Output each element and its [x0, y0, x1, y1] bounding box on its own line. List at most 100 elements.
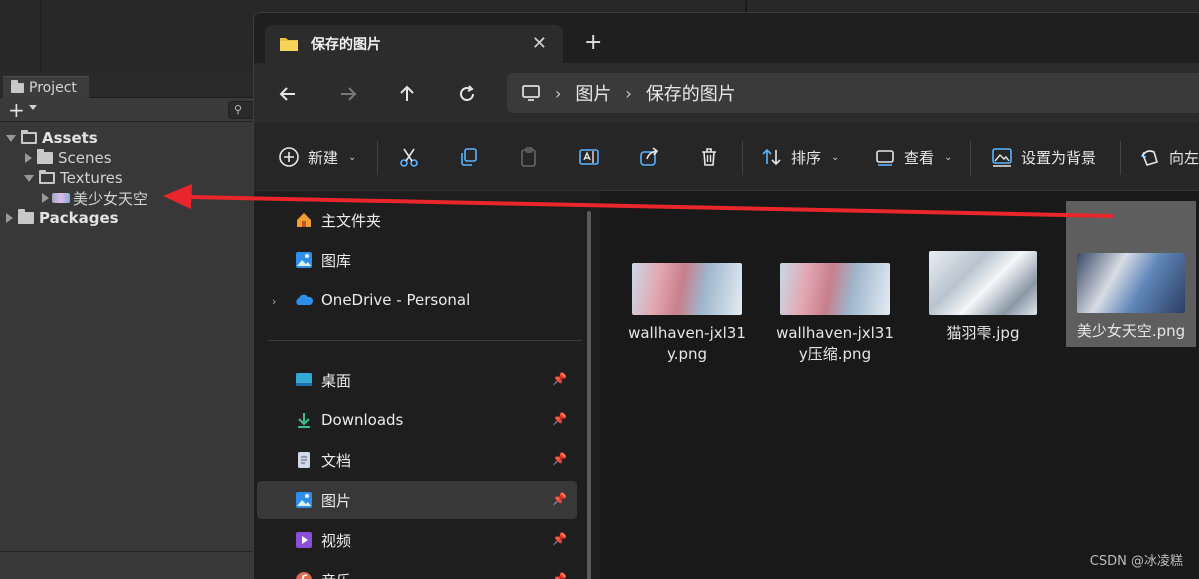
file-name: 猫羽雫.jpg	[946, 324, 1020, 342]
gallery-icon	[296, 252, 312, 268]
new-button[interactable]: 新建 ⌄	[278, 145, 356, 169]
copy-button[interactable]	[458, 145, 480, 169]
copy-icon	[461, 148, 477, 166]
address-bar[interactable]: › 图片 › 保存的图片	[507, 73, 1199, 113]
navigation-pane: 主文件夹 图库 › OneDrive - Personal 桌面 📌 Downl…	[254, 191, 600, 579]
rotate-left-button[interactable]: 向左	[1139, 145, 1199, 169]
nav-item-label: 视频	[321, 531, 352, 550]
file-name: y.png	[666, 345, 708, 363]
nav-item-label: 音乐	[321, 570, 351, 579]
delete-button[interactable]	[698, 145, 720, 169]
set-background-button[interactable]: 设置为背景	[991, 145, 1096, 169]
tree-item-assets[interactable]: Assets	[6, 128, 98, 148]
folder-open-icon	[39, 170, 55, 184]
forward-button[interactable]	[333, 79, 363, 109]
scissors-icon	[400, 148, 418, 167]
expand-arrow-icon[interactable]	[6, 134, 16, 142]
nav-item-videos[interactable]: 视频 📌	[257, 521, 577, 559]
folder-icon	[37, 149, 53, 164]
file-item-selected[interactable]: 美少女天空.png	[1066, 201, 1196, 347]
rename-icon	[579, 149, 599, 165]
view-label: 查看	[904, 148, 935, 167]
pin-icon[interactable]: 📌	[552, 412, 567, 426]
view-icon	[876, 150, 894, 166]
search-input[interactable]: ⚲	[228, 101, 256, 119]
view-button[interactable]: 查看 ⌄	[874, 145, 952, 169]
nav-item-label: 图片	[321, 491, 352, 510]
chevron-down-icon[interactable]	[29, 105, 37, 110]
breadcrumb-pictures[interactable]: 图片	[575, 80, 611, 106]
paste-button[interactable]	[518, 145, 540, 169]
pin-icon[interactable]: 📌	[552, 492, 567, 506]
document-icon	[298, 452, 310, 468]
file-item[interactable]: wallhaven-jxl31 y压缩.png	[775, 263, 895, 365]
breadcrumb-saved-pictures[interactable]: 保存的图片	[646, 80, 736, 106]
collapse-arrow-icon[interactable]	[25, 153, 32, 163]
divider	[40, 0, 41, 72]
divider	[745, 0, 747, 12]
refresh-button[interactable]	[452, 79, 482, 109]
nav-item-downloads[interactable]: Downloads 📌	[257, 401, 577, 439]
arrow-left-icon	[279, 87, 295, 101]
file-thumbnail	[780, 263, 890, 315]
back-button[interactable]	[273, 79, 303, 109]
share-button[interactable]	[638, 145, 660, 169]
close-icon[interactable]: ✕	[532, 33, 547, 54]
project-toolbar: + ⚲	[0, 98, 260, 122]
collapse-arrow-icon[interactable]	[6, 213, 13, 223]
tree-item-label: Textures	[60, 169, 123, 187]
music-icon	[296, 572, 312, 579]
nav-item-desktop[interactable]: 桌面 📌	[257, 361, 577, 399]
chevron-right-icon: ›	[555, 83, 562, 103]
file-thumbnail	[632, 263, 742, 315]
texture-thumbnail-icon	[52, 193, 70, 203]
new-tab-button[interactable]: +	[584, 30, 602, 55]
tree-item-scenes[interactable]: Scenes	[25, 148, 112, 168]
divider	[742, 141, 743, 175]
file-name: wallhaven-jxl31	[628, 324, 746, 342]
nav-item-home[interactable]: 主文件夹	[257, 201, 577, 239]
folder-icon	[11, 79, 24, 93]
sort-icon	[762, 148, 781, 166]
expand-arrow-icon[interactable]	[24, 174, 34, 182]
project-tab[interactable]: Project	[3, 76, 89, 98]
rotate-left-icon	[1140, 150, 1158, 166]
file-item[interactable]: wallhaven-jxl31 y.png	[627, 263, 747, 365]
plus-icon[interactable]: +	[8, 98, 25, 122]
explorer-tab[interactable]: 保存的图片 ✕	[265, 25, 563, 63]
folder-icon	[280, 38, 298, 51]
title-bar: 保存的图片 ✕ +	[254, 13, 1199, 63]
scrollbar[interactable]	[587, 211, 591, 579]
nav-item-documents[interactable]: 文档 📌	[257, 441, 577, 479]
set-background-label: 设置为背景	[1021, 148, 1097, 167]
chevron-right-icon: ›	[625, 83, 632, 103]
rename-button[interactable]	[578, 145, 600, 169]
divider	[970, 141, 971, 175]
collapse-arrow-icon[interactable]	[42, 193, 49, 203]
nav-item-music[interactable]: 音乐 📌	[257, 561, 577, 579]
sort-button[interactable]: 排序 ⌄	[761, 145, 839, 169]
home-icon	[297, 213, 311, 227]
chevron-down-icon: ⌄	[348, 151, 357, 163]
nav-item-pictures[interactable]: 图片 📌	[257, 481, 577, 519]
tree-item-packages[interactable]: Packages	[6, 208, 119, 228]
nav-item-gallery[interactable]: 图库	[257, 241, 577, 279]
tree-item-image-asset[interactable]: 美少女天空	[42, 188, 148, 208]
file-explorer-window: 保存的图片 ✕ + › 图片 › 保存的图片 新建 ⌄ 排序 ⌄ 查看 ⌄ 设置…	[253, 12, 1199, 579]
up-button[interactable]	[392, 79, 422, 109]
nav-item-label: Downloads	[321, 411, 404, 429]
wallpaper-icon	[992, 148, 1012, 167]
divider	[268, 340, 582, 341]
file-item[interactable]: 猫羽雫.jpg	[923, 251, 1043, 344]
tree-item-textures[interactable]: Textures	[24, 168, 123, 188]
pin-icon[interactable]: 📌	[552, 372, 567, 386]
tab-title: 保存的图片	[311, 37, 381, 53]
pin-icon[interactable]: 📌	[552, 532, 567, 546]
cut-button[interactable]	[398, 145, 420, 169]
navigation-bar: › 图片 › 保存的图片	[254, 63, 1199, 123]
nav-item-onedrive[interactable]: OneDrive - Personal	[257, 281, 577, 319]
pin-icon[interactable]: 📌	[552, 572, 567, 579]
refresh-icon	[460, 85, 474, 101]
pin-icon[interactable]: 📌	[552, 452, 567, 466]
arrow-up-icon	[400, 85, 414, 101]
